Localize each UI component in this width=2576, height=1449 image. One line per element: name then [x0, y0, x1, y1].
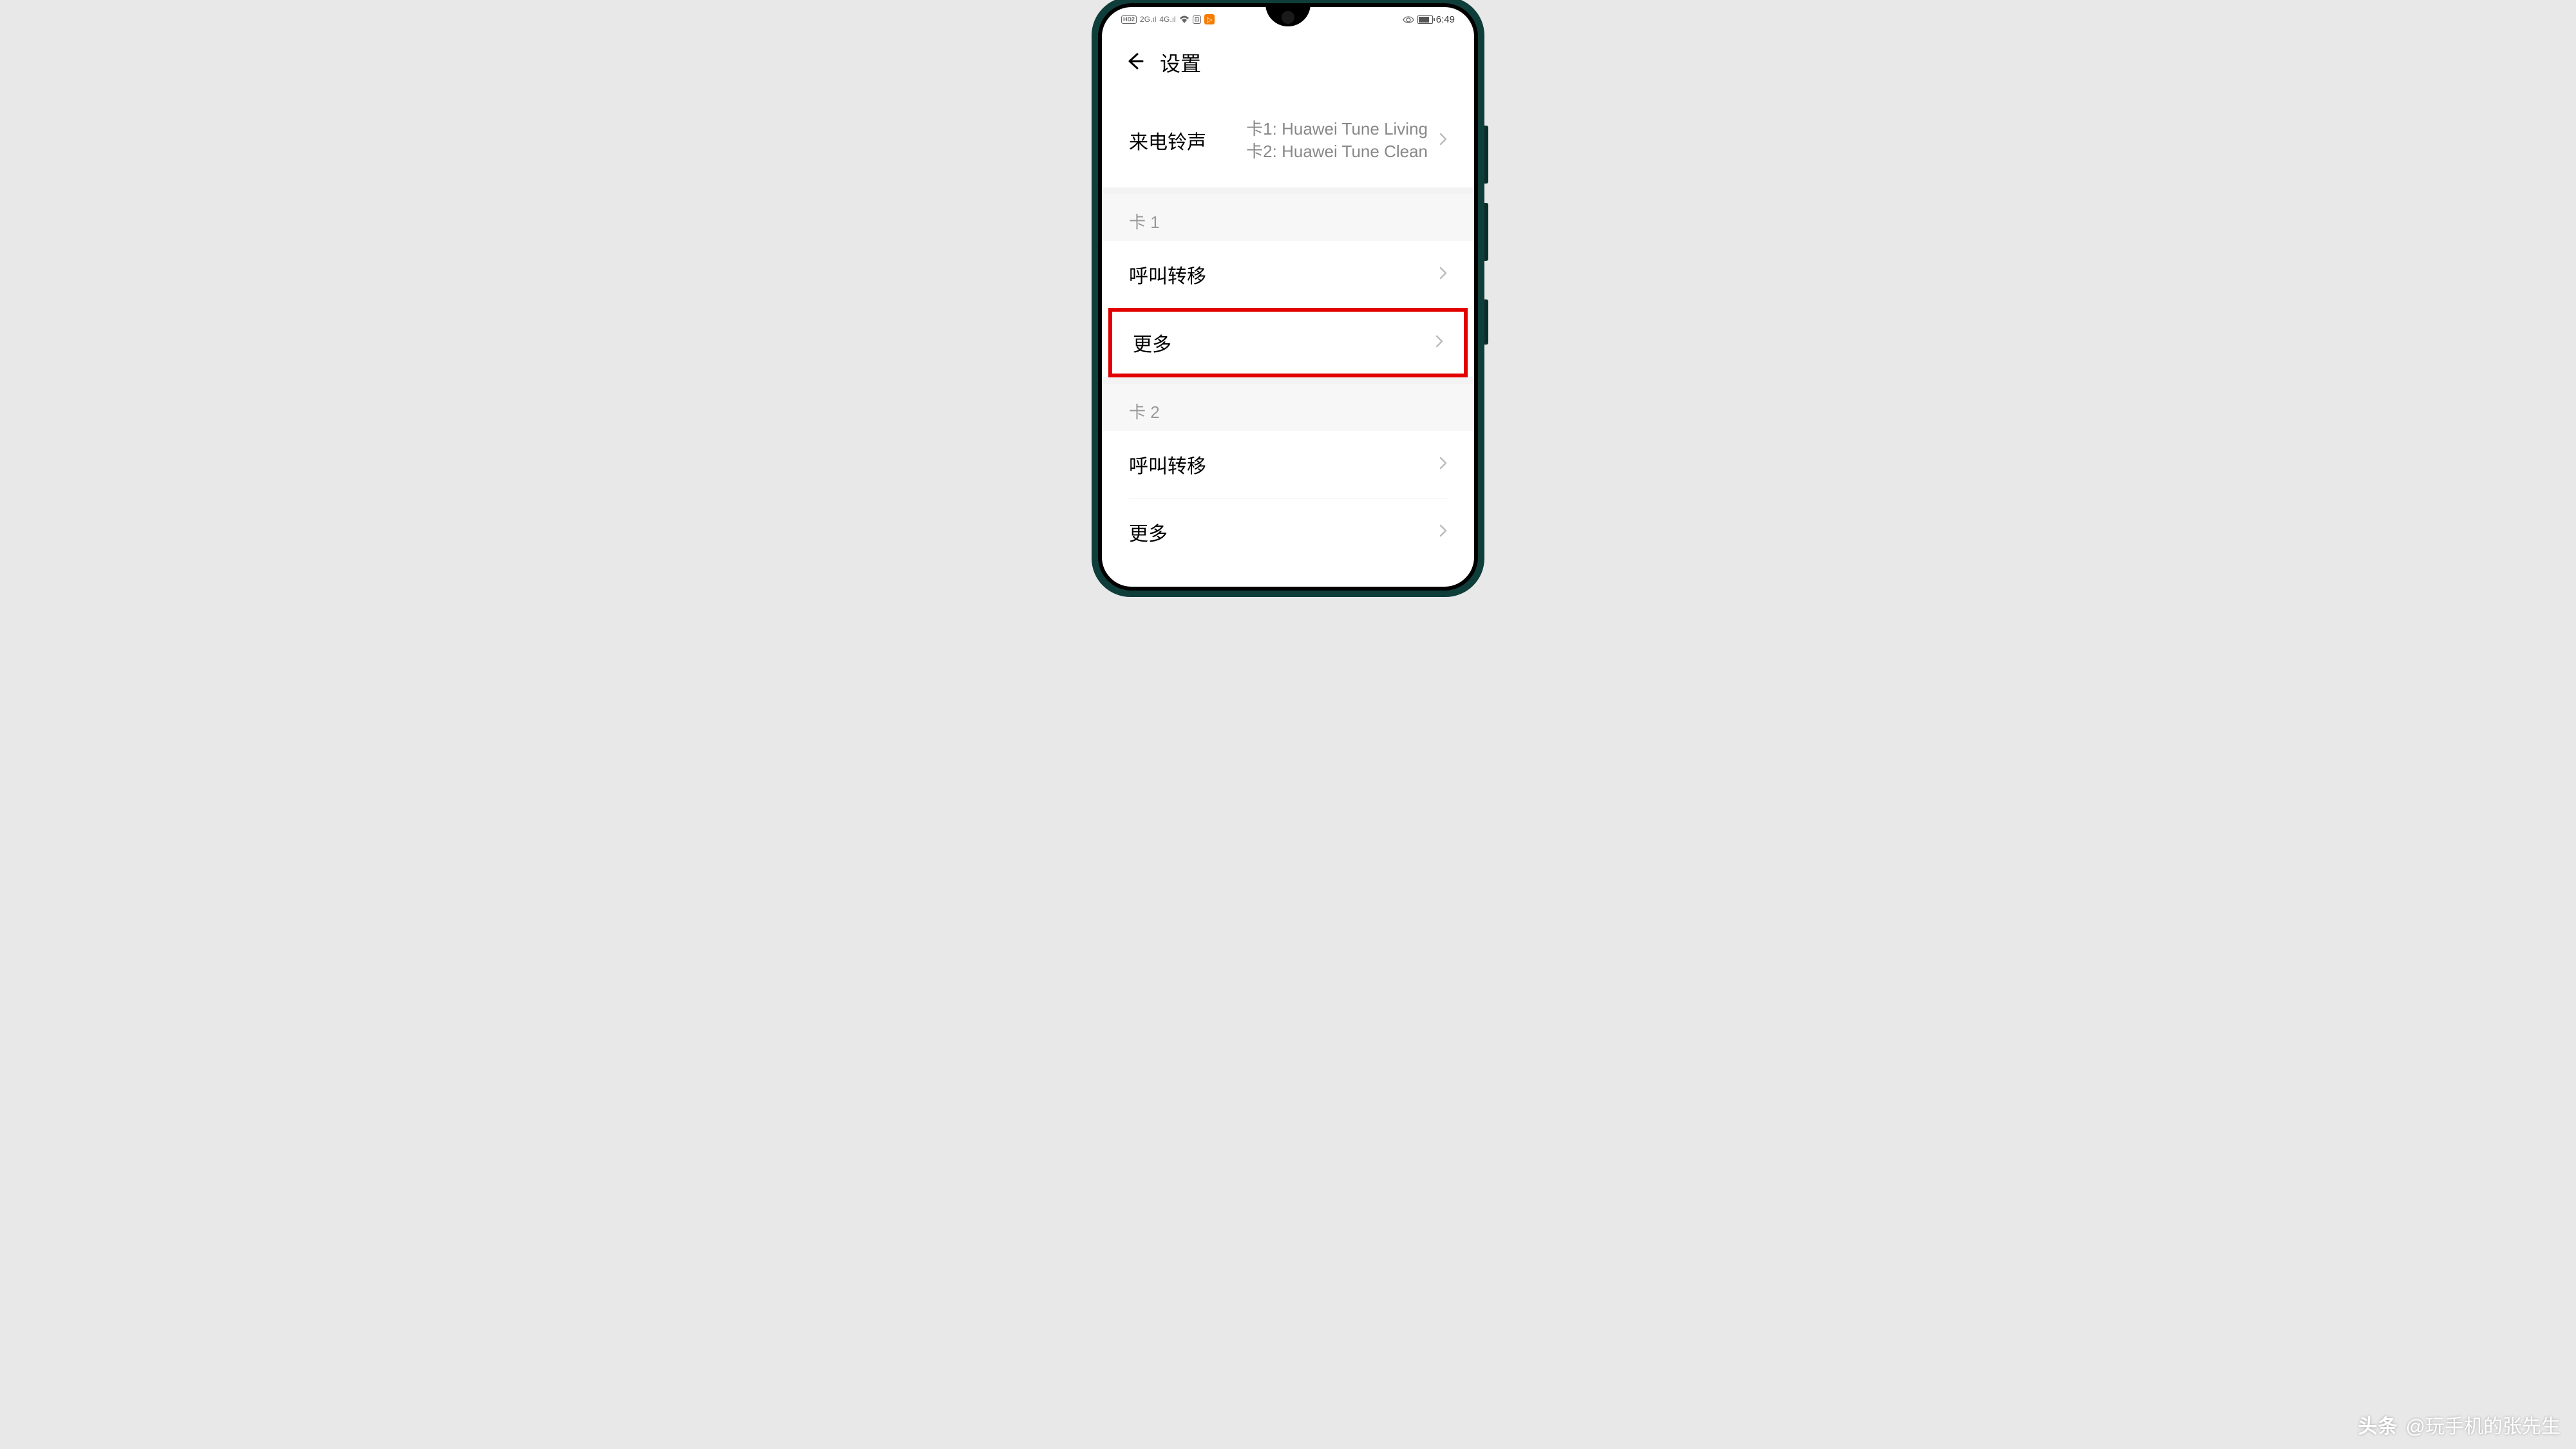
chevron-right-icon	[1439, 457, 1447, 473]
section-header-sim2: 卡 2	[1102, 384, 1474, 431]
chevron-right-icon	[1435, 335, 1443, 351]
page-header: 设置	[1102, 32, 1474, 93]
sim2-call-forward-row[interactable]: 呼叫转移	[1102, 431, 1474, 498]
ringtone-row[interactable]: 来电铃声 卡1: Huawei Tune Living 卡2: Huawei T…	[1102, 93, 1474, 187]
ringtone-value: 卡1: Huawei Tune Living 卡2: Huawei Tune C…	[1206, 118, 1439, 163]
row-label: 更多	[1133, 328, 1171, 357]
watermark: 头条 @玩手机的张先生	[2358, 1410, 2561, 1439]
page-title: 设置	[1160, 48, 1201, 77]
chevron-right-icon	[1439, 524, 1447, 540]
phone-screen: HD2 2G.ıl 4G.ıl ⊡ ▷ 6:49	[1102, 7, 1474, 587]
row-label: 呼叫转移	[1129, 450, 1206, 478]
section-header-sim1: 卡 1	[1102, 194, 1474, 241]
sim2-more-row[interactable]: 更多	[1102, 498, 1474, 565]
row-label: 更多	[1129, 518, 1168, 546]
app-icon: ▷	[1204, 14, 1215, 24]
status-time: 6:49	[1436, 14, 1455, 25]
hd-icon: HD2	[1121, 15, 1137, 24]
sim-icon: ⊡	[1193, 15, 1202, 24]
sim1-call-forward-row[interactable]: 呼叫转移	[1102, 241, 1474, 308]
signal-4g-icon: 4G.ıl	[1159, 15, 1175, 24]
divider	[1102, 377, 1474, 384]
row-label: 呼叫转移	[1129, 260, 1206, 289]
back-button[interactable]	[1124, 52, 1144, 74]
battery-icon	[1417, 15, 1433, 24]
watermark-brand: 头条	[2358, 1410, 2398, 1439]
phone-frame: HD2 2G.ıl 4G.ıl ⊡ ▷ 6:49	[1092, 0, 1484, 597]
divider	[1102, 187, 1474, 194]
signal-2g-icon: 2G.ıl	[1140, 15, 1156, 24]
sim1-more-row[interactable]: 更多	[1108, 308, 1468, 377]
watermark-author: @玩手机的张先生	[2406, 1410, 2561, 1439]
eye-comfort-icon	[1403, 15, 1414, 23]
chevron-right-icon	[1439, 267, 1447, 283]
chevron-right-icon	[1439, 133, 1447, 149]
ringtone-label: 来电铃声	[1129, 126, 1206, 155]
wifi-icon	[1179, 15, 1189, 23]
phone-side-buttons	[1484, 126, 1488, 364]
